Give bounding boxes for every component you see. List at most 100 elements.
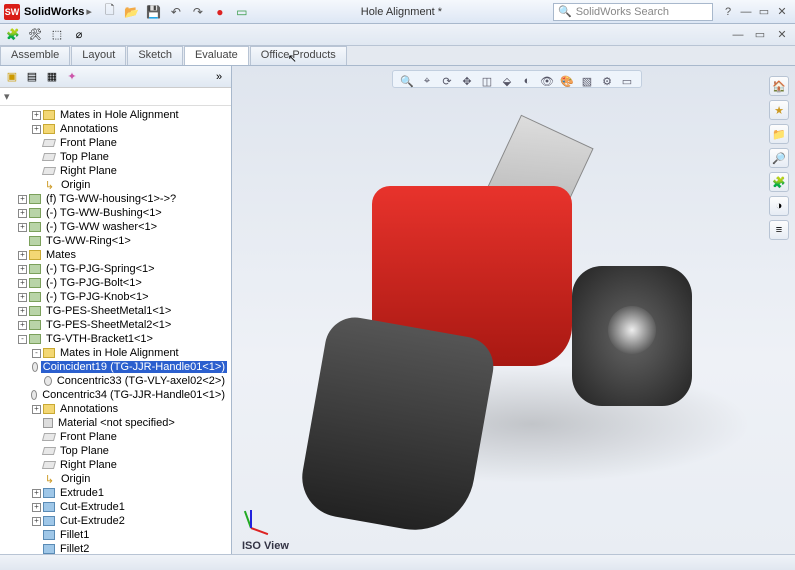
section-icon[interactable]: ◫ <box>479 73 495 89</box>
tree-node[interactable]: Front Plane <box>0 136 231 150</box>
help-icon[interactable]: ? <box>719 4 737 20</box>
tree-expander-icon[interactable]: - <box>18 335 27 344</box>
tree-node-label[interactable]: Concentric33 (TG-VLY-axel02<2>) <box>55 375 227 387</box>
search-input[interactable]: 🔍 SolidWorks Search <box>553 3 713 21</box>
tree-node[interactable]: +(-) TG-PJG-Bolt<1> <box>0 276 231 290</box>
mdi-close-icon[interactable]: ✕ <box>773 27 791 43</box>
tree-node[interactable]: +Cut-Extrude2 <box>0 514 231 528</box>
tree-expander-icon[interactable]: + <box>18 195 27 204</box>
tools-icon[interactable]: 🛠 <box>26 26 44 44</box>
close-icon[interactable]: ✕ <box>773 4 791 20</box>
tree-expander-icon[interactable]: + <box>18 209 27 218</box>
tree-node[interactable]: Top Plane <box>0 150 231 164</box>
scene-icon[interactable]: ▧ <box>579 73 595 89</box>
tree-expander-icon[interactable]: + <box>32 125 41 134</box>
tab-office-products[interactable]: Office Products <box>250 46 347 65</box>
minimize-icon[interactable]: — <box>737 4 755 20</box>
home-icon[interactable]: 🏠 <box>769 76 789 96</box>
tree-node-label[interactable]: Right Plane <box>58 459 119 471</box>
tree-expander-icon[interactable]: + <box>18 321 27 330</box>
fm-tab-tree-icon[interactable]: ▣ <box>4 69 20 85</box>
view-orient-icon[interactable]: ⬙ <box>499 73 515 89</box>
tree-node-label[interactable]: (-) TG-PJG-Bolt<1> <box>44 277 144 289</box>
tree-node[interactable]: + (-) TG-WW-Bushing<1> <box>0 206 231 220</box>
tree-node-label[interactable]: (-) TG-WW-Bushing<1> <box>44 207 164 219</box>
view-settings-icon[interactable]: ⚙ <box>599 73 615 89</box>
tree-node-label[interactable]: Concentric34 (TG-JJR-Handle01<1>) <box>40 389 227 401</box>
tree-node-label[interactable]: Origin <box>59 473 92 485</box>
tree-node[interactable]: +Cut-Extrude1 <box>0 500 231 514</box>
orientation-triad-icon[interactable] <box>242 500 278 536</box>
tree-node-label[interactable]: Extrude1 <box>58 487 106 499</box>
app-menu-chevron-icon[interactable]: ▸ <box>86 5 92 18</box>
tree-node-label[interactable]: Origin <box>59 179 92 191</box>
fm-tab-display-icon[interactable]: ✦ <box>64 69 80 85</box>
hide-show-icon[interactable]: 👁 <box>539 73 555 89</box>
tree-node-label[interactable]: Top Plane <box>58 445 111 457</box>
tree-node[interactable]: Front Plane <box>0 430 231 444</box>
tree-node[interactable]: Right Plane <box>0 164 231 178</box>
tree-node-label[interactable]: Right Plane <box>58 165 119 177</box>
parts-icon[interactable]: ⬚ <box>48 26 66 44</box>
appearance-icon[interactable]: 🎨 <box>559 73 575 89</box>
tab-assemble[interactable]: Assemble <box>0 46 70 65</box>
tree-node-label[interactable]: (-) TG-WW washer<1> <box>44 221 159 233</box>
display-style-icon[interactable]: ◐ <box>519 73 535 89</box>
tree-node[interactable]: +(-) TG-WW washer<1> <box>0 220 231 234</box>
tree-node[interactable]: -TG-VTH-Bracket1<1> <box>0 332 231 346</box>
tree-node-label[interactable]: TG-WW-Ring<1> <box>44 235 133 247</box>
redo-icon[interactable]: ↷ <box>190 4 206 20</box>
tree-node-label[interactable]: (-) TG-PJG-Knob<1> <box>44 291 151 303</box>
tree-node[interactable]: + Annotations <box>0 122 231 136</box>
tree-node[interactable]: +Mates in Hole Alignment <box>0 108 231 122</box>
tree-expander-icon[interactable]: + <box>32 489 41 498</box>
tree-node[interactable]: + (-) TG-PJG-Knob<1> <box>0 290 231 304</box>
misc-icon[interactable]: ⌀ <box>70 26 88 44</box>
tree-node[interactable]: +TG-PES-SheetMetal1<1> <box>0 304 231 318</box>
tree-node[interactable]: + Annotations <box>0 402 231 416</box>
mdi-restore-icon[interactable]: ▭ <box>751 27 769 43</box>
feature-filter[interactable]: ▾ <box>0 88 231 106</box>
tree-node-label[interactable]: Annotations <box>58 403 120 415</box>
tree-node[interactable]: Concentric33 (TG-VLY-axel02<2>) <box>0 374 231 388</box>
tab-evaluate[interactable]: Evaluate <box>184 46 249 65</box>
tree-node-label[interactable]: (-) TG-PJG-Spring<1> <box>44 263 157 275</box>
maximize-icon[interactable]: ▭ <box>755 4 773 20</box>
tree-node-label[interactable]: Annotations <box>58 123 120 135</box>
tree-node-label[interactable]: Coincident19 (TG-JJR-Handle01<1>) <box>41 361 227 373</box>
rebuild-icon[interactable]: ● <box>212 4 228 20</box>
tree-node-label[interactable]: Material <not specified> <box>56 417 177 429</box>
tree-node[interactable]: Coincident19 (TG-JJR-Handle01<1>) <box>0 360 231 374</box>
tree-node-label[interactable]: Front Plane <box>58 431 119 443</box>
tab-layout[interactable]: Layout <box>71 46 126 65</box>
rotate-icon[interactable]: ⟳ <box>439 73 455 89</box>
tree-node-label[interactable]: Fillet2 <box>58 543 91 554</box>
tree-node-label[interactable]: Fillet1 <box>58 529 91 541</box>
tree-node-label[interactable]: Front Plane <box>58 137 119 149</box>
resources-icon[interactable]: ★ <box>769 100 789 120</box>
tree-expander-icon[interactable]: + <box>18 251 27 260</box>
pan-icon[interactable]: ✥ <box>459 73 475 89</box>
tree-expander-icon[interactable]: + <box>18 265 27 274</box>
graphics-viewport[interactable]: 🔍 ⌖ ⟳ ✥ ◫ ⬙ ◐ 👁 🎨 ▧ ⚙ ▭ 🏠 ★ 📁 🔎 🧩 ◑ ≡ <box>232 66 795 554</box>
tree-node[interactable]: +TG-PES-SheetMetal2<1> <box>0 318 231 332</box>
tree-node[interactable]: Top Plane <box>0 444 231 458</box>
tree-expander-icon[interactable]: + <box>32 405 41 414</box>
tree-node-label[interactable]: (f) TG-WW-housing<1>->? <box>44 193 178 205</box>
tree-node-label[interactable]: Cut-Extrude1 <box>58 501 127 513</box>
tree-expander-icon[interactable]: + <box>32 111 41 120</box>
tree-node[interactable]: Right Plane <box>0 458 231 472</box>
tree-node[interactable]: +Mates <box>0 248 231 262</box>
zoom-fit-icon[interactable]: 🔍 <box>399 73 415 89</box>
new-icon[interactable]: 🗋 <box>102 4 118 20</box>
zoom-area-icon[interactable]: ⌖ <box>419 73 435 89</box>
fm-tab-config-icon[interactable]: ▦ <box>44 69 60 85</box>
tab-sketch[interactable]: Sketch <box>127 46 183 65</box>
tree-node[interactable]: ↳Origin <box>0 178 231 192</box>
feature-tree[interactable]: +Mates in Hole Alignment+AnnotationsFron… <box>0 106 231 554</box>
open-icon[interactable]: 📂 <box>124 4 140 20</box>
tree-node[interactable]: Fillet1 <box>0 528 231 542</box>
tree-expander-icon[interactable]: + <box>18 293 27 302</box>
tree-node[interactable]: Fillet2 <box>0 542 231 554</box>
tree-node[interactable]: Concentric34 (TG-JJR-Handle01<1>) <box>0 388 231 402</box>
